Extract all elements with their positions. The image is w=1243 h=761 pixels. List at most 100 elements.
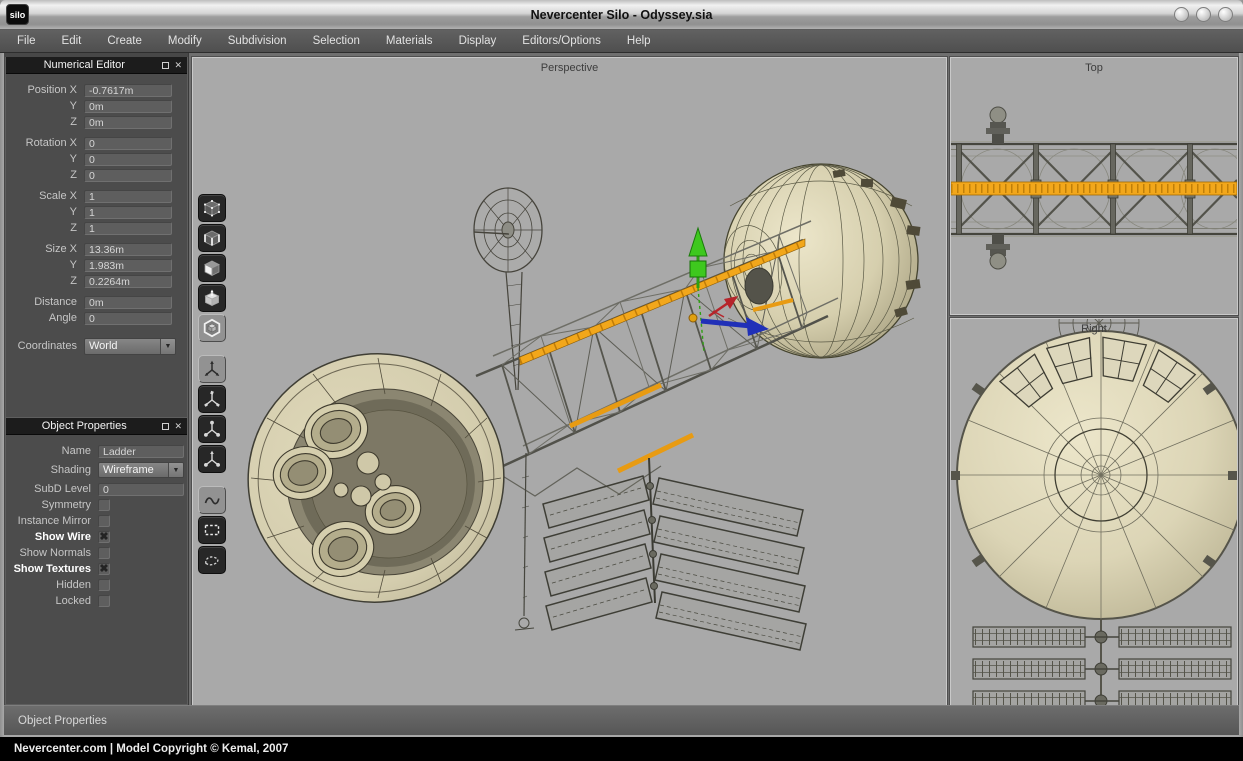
right-viewport[interactable]: Right [950, 318, 1238, 706]
field-label: Y [6, 259, 84, 271]
field-label: Distance [6, 296, 84, 308]
object-properties-titlebar[interactable]: Object Properties ✕ [6, 418, 187, 435]
panel-detach-icon[interactable] [162, 423, 169, 430]
symmetry-checkbox[interactable] [98, 499, 110, 511]
top-ladder-highlight [951, 182, 1237, 195]
menu-file[interactable]: File [4, 30, 49, 53]
hidden-checkbox[interactable] [98, 579, 110, 591]
left-panel-column: Numerical Editor ✕ Position X-0.7617m Y0… [4, 53, 189, 705]
perspective-scene [193, 58, 946, 705]
scale-z-field[interactable]: 1 [84, 222, 172, 235]
show-normals-checkbox[interactable] [98, 547, 110, 559]
manipulator-origin [689, 314, 697, 322]
show-wire-checkbox[interactable] [98, 531, 110, 543]
perspective-viewport[interactable]: Perspective [192, 57, 947, 706]
window-close-button[interactable] [1218, 7, 1233, 22]
object-name-field[interactable]: Ladder [98, 445, 184, 458]
silo-application-window: silo Nevercenter Silo - Odyssey.sia File… [0, 0, 1243, 761]
marquee-select-button[interactable] [198, 516, 226, 544]
position-x-field[interactable]: -0.7617m [84, 84, 172, 97]
window-maximize-button[interactable] [1196, 7, 1211, 22]
menu-help[interactable]: Help [614, 30, 664, 53]
distance-field[interactable]: 0m [84, 296, 172, 309]
instance-mirror-checkbox[interactable] [98, 515, 110, 527]
object-properties-panel: Object Properties ✕ NameLadder Shading W… [5, 418, 188, 705]
tool-palette [198, 194, 226, 587]
scale-tool-button[interactable] [198, 415, 226, 443]
menu-editors-options[interactable]: Editors/Options [509, 30, 614, 53]
menu-bar: File Edit Create Modify Subdivision Sele… [0, 30, 1243, 53]
panel-close-icon[interactable]: ✕ [174, 422, 182, 431]
face-mode-button[interactable] [198, 254, 226, 282]
field-label: Position X [6, 84, 84, 96]
scale-x-field[interactable]: 1 [84, 190, 172, 203]
universal-manipulator-button[interactable] [198, 445, 226, 473]
coordinates-dropdown[interactable]: World ▼ [84, 338, 176, 355]
panel-close-icon[interactable]: ✕ [174, 61, 182, 70]
model-solar-array [543, 458, 806, 650]
lasso-select-button[interactable] [198, 546, 226, 574]
rotation-x-field[interactable]: 0 [84, 137, 172, 150]
title-bar[interactable]: silo Nevercenter Silo - Odyssey.sia [0, 0, 1243, 30]
element-mode-icon [202, 288, 222, 308]
shading-dropdown[interactable]: Wireframe ▼ [98, 462, 184, 478]
locked-checkbox[interactable] [98, 595, 110, 607]
status-text: Object Properties [4, 715, 107, 727]
paint-select-button[interactable] [198, 486, 226, 514]
move-tool-button[interactable] [198, 355, 226, 383]
edge-mode-button[interactable] [198, 224, 226, 252]
dropdown-arrow-icon[interactable]: ▼ [160, 339, 175, 354]
position-y-field[interactable]: 0m [84, 100, 172, 113]
field-label: Y [6, 206, 84, 218]
size-y-field[interactable]: 1.983m [84, 259, 172, 272]
lasso-select-icon [202, 550, 222, 570]
scale-tool-icon [202, 419, 222, 439]
marquee-select-icon [202, 520, 222, 540]
window-minimize-button[interactable] [1174, 7, 1189, 22]
object-mode-icon [202, 318, 222, 338]
field-label: Y [6, 100, 84, 112]
checkbox-label: Instance Mirror [6, 515, 98, 527]
top-viewport[interactable]: Top [950, 57, 1238, 315]
field-label: Size X [6, 243, 84, 255]
checkbox-label: Hidden [6, 579, 98, 591]
element-mode-button[interactable] [198, 284, 226, 312]
menu-modify[interactable]: Modify [155, 30, 215, 53]
move-tool-icon [202, 359, 222, 379]
rotation-z-field[interactable]: 0 [84, 169, 172, 182]
object-mode-button[interactable] [198, 314, 226, 342]
field-label: Y [6, 153, 84, 165]
show-textures-checkbox[interactable] [98, 563, 110, 575]
dropdown-arrow-icon[interactable]: ▼ [168, 463, 183, 477]
field-label: Rotation X [6, 137, 84, 149]
size-z-field[interactable]: 0.2264m [84, 275, 172, 288]
checkbox-label: Symmetry [6, 499, 98, 511]
field-label: SubD Level [6, 483, 98, 495]
field-label: Shading [6, 464, 98, 476]
size-x-field[interactable]: 13.36m [84, 243, 172, 256]
menu-selection[interactable]: Selection [300, 30, 373, 53]
numerical-editor-titlebar[interactable]: Numerical Editor ✕ [6, 57, 187, 74]
menu-subdivision[interactable]: Subdivision [215, 30, 300, 53]
face-mode-icon [202, 258, 222, 278]
field-label: Z [6, 116, 84, 128]
rotation-y-field[interactable]: 0 [84, 153, 172, 166]
rotate-tool-button[interactable] [198, 385, 226, 413]
panel-detach-icon[interactable] [162, 62, 169, 69]
vertex-mode-icon [202, 198, 222, 218]
field-label: Z [6, 275, 84, 287]
position-z-field[interactable]: 0m [84, 116, 172, 129]
subd-level-field[interactable]: 0 [98, 483, 184, 496]
angle-field[interactable]: 0 [84, 312, 172, 325]
edge-mode-icon [202, 228, 222, 248]
silo-logo-icon: silo [6, 4, 29, 25]
scale-y-field[interactable]: 1 [84, 206, 172, 219]
numerical-editor-panel: Numerical Editor ✕ Position X-0.7617m Y0… [5, 57, 188, 418]
menu-create[interactable]: Create [94, 30, 155, 53]
status-bar: Object Properties [4, 705, 1239, 735]
field-label: Z [6, 222, 84, 234]
vertex-mode-button[interactable] [198, 194, 226, 222]
menu-display[interactable]: Display [446, 30, 510, 53]
menu-materials[interactable]: Materials [373, 30, 446, 53]
menu-edit[interactable]: Edit [49, 30, 95, 53]
